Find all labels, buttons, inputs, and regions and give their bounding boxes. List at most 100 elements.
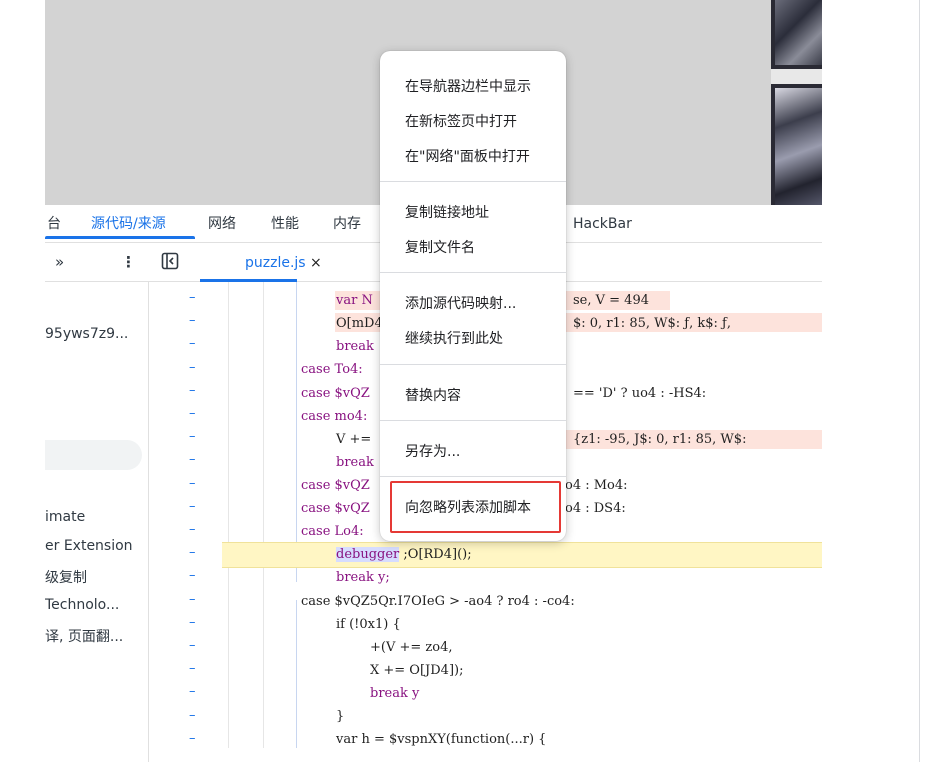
- page-thumbnails: [771, 0, 822, 205]
- sidebar-toggle-icon: [161, 252, 179, 270]
- code-text: == 'D' ? uo4 : -HS4:: [573, 386, 707, 401]
- menu-separator: [380, 420, 566, 421]
- gutter-marker: –: [189, 661, 196, 677]
- menu-item-add-source-map[interactable]: 添加源代码映射...: [405, 293, 516, 313]
- code-line: X += O[JD4]);: [370, 663, 464, 678]
- gutter-marker: –: [189, 568, 196, 584]
- navigator-search-field[interactable]: [45, 440, 142, 470]
- navigator-item[interactable]: 级复制: [45, 567, 148, 587]
- code-line: debugger ;O[RD4]();: [336, 547, 472, 562]
- gutter-marker: –: [189, 382, 196, 398]
- code-line: break y: [370, 686, 420, 701]
- code-line: break y;: [336, 570, 390, 585]
- code-line: case $vQZ: [301, 501, 370, 516]
- menu-item-reveal-in-navigator[interactable]: 在导航器边栏中显示: [405, 76, 531, 96]
- code-line: V +=: [336, 432, 372, 447]
- menu-item-open-in-new-tab[interactable]: 在新标签页中打开: [405, 111, 517, 131]
- thumbnail-image: [775, 88, 822, 205]
- menu-separator: [380, 272, 566, 273]
- code-line: $: 0, r1: 85, W$: ƒ, k$: ƒ,: [573, 316, 731, 331]
- code-line: se, V = 494: [573, 293, 649, 308]
- indent-guide: [296, 282, 297, 582]
- code-text: se, V = 494: [573, 293, 649, 308]
- file-tab-label: puzzle.js: [245, 255, 306, 271]
- menu-separator: [380, 476, 566, 477]
- blank-panel: [822, 0, 928, 762]
- gutter-marker: –: [189, 614, 196, 630]
- gutter-marker: –: [189, 522, 196, 537]
- navigator-item[interactable]: Technolo...: [45, 597, 148, 613]
- code-line: case $vQZ: [301, 478, 370, 493]
- code-line: case $vQZ: [301, 386, 370, 401]
- tab-performance[interactable]: 性能: [271, 205, 299, 242]
- gutter-marker: –: [189, 336, 196, 352]
- gutter-marker: –: [189, 545, 196, 561]
- highlight-annotation-box: [390, 481, 561, 533]
- code-line: {z1: -95, J$: 0, r1: 85, W$:: [573, 432, 747, 447]
- code-line: o4 : Mo4:: [565, 478, 628, 493]
- code-line: O[mD4: [336, 316, 383, 331]
- code-line: case Lo4:: [301, 524, 364, 539]
- menu-item-copy-link-address[interactable]: 复制链接地址: [405, 202, 489, 222]
- debugger-statement[interactable]: debugger: [336, 547, 400, 562]
- more-options-icon[interactable]: ⋮: [121, 243, 136, 281]
- menu-separator: [380, 364, 566, 365]
- gutter-marker: –: [189, 475, 196, 491]
- code-line: var h = $vspnXY(function(...r) {: [336, 732, 547, 747]
- code-line: break: [336, 339, 374, 354]
- menu-item-copy-file-name[interactable]: 复制文件名: [405, 237, 475, 257]
- code-line: case $vQZ5Qr.I7OIeG > -ao4 ? ro4 : -co4:: [301, 594, 575, 609]
- code-line: == 'D' ? uo4 : -HS4:: [573, 386, 706, 401]
- code-text: var N: [336, 293, 373, 308]
- gutter-marker: –: [189, 359, 196, 375]
- gutter-marker: –: [189, 638, 196, 653]
- code-text: O[mD4: [336, 316, 383, 331]
- active-file-indicator: [200, 279, 297, 282]
- code-line: if (!0x1) {: [336, 617, 401, 632]
- menu-item-save-as[interactable]: 另存为...: [405, 441, 460, 461]
- menu-item-open-in-network-panel[interactable]: 在"网络"面板中打开: [405, 146, 530, 166]
- menu-item-override-content[interactable]: 替换内容: [405, 385, 461, 405]
- code-text: $: 0, r1: 85, W$: ƒ, k$: ƒ,: [573, 316, 731, 331]
- navigator-item[interactable]: imate: [45, 509, 148, 525]
- gutter-marker: –: [189, 452, 196, 468]
- thumbnail-gap: [771, 69, 822, 84]
- tab-network[interactable]: 网络: [208, 205, 236, 242]
- code-line: break: [336, 455, 374, 470]
- menu-separator: [380, 181, 566, 182]
- code-line: }: [336, 709, 345, 724]
- gutter-marker: –: [189, 591, 196, 607]
- gutter-divider: [228, 282, 229, 748]
- code-line: var N: [336, 293, 373, 308]
- context-menu: 在导航器边栏中显示 在新标签页中打开 在"网络"面板中打开 复制链接地址 复制文…: [380, 51, 566, 541]
- gutter-marker: –: [189, 730, 196, 746]
- code-line: case To4:: [301, 362, 363, 377]
- tab-hackbar[interactable]: HackBar: [573, 205, 632, 242]
- gutter-marker: –: [189, 313, 196, 329]
- gutter-marker: –: [189, 290, 196, 305]
- thumbnail-image: [775, 0, 822, 65]
- active-tab-indicator: [45, 236, 195, 239]
- file-tab-puzzle-js[interactable]: puzzle.js ×: [245, 243, 322, 281]
- close-icon[interactable]: ×: [310, 255, 322, 271]
- toggle-navigator-icon[interactable]: [161, 252, 179, 272]
- navigator-item[interactable]: 译, 页面翻...: [45, 626, 148, 646]
- gutter-divider: [263, 282, 264, 748]
- gutter-marker: –: [189, 707, 196, 723]
- indent-guide: [296, 600, 297, 748]
- code-line: +(V += zo4,: [370, 640, 453, 655]
- gutter-marker: –: [189, 684, 196, 700]
- navigator-sidebar: 95yws7z9... imate er Extension 级复制 Techn…: [45, 282, 149, 762]
- gutter-marker: –: [189, 406, 196, 421]
- navigator-item[interactable]: 95yws7z9...: [45, 326, 148, 342]
- code-text: ;O[RD4]();: [403, 547, 472, 562]
- gutter-marker: –: [189, 429, 196, 445]
- gutter-marker: –: [189, 498, 196, 514]
- menu-item-continue-to-here[interactable]: 继续执行到此处: [405, 328, 503, 348]
- code-text: case $vQZ: [301, 386, 370, 401]
- code-line: case mo4:: [301, 409, 368, 424]
- navigator-item[interactable]: er Extension: [45, 538, 148, 554]
- code-line: o4 : DS4:: [565, 501, 626, 516]
- more-tabs-chevron-icon[interactable]: »: [55, 243, 64, 281]
- tab-memory[interactable]: 内存: [333, 205, 361, 242]
